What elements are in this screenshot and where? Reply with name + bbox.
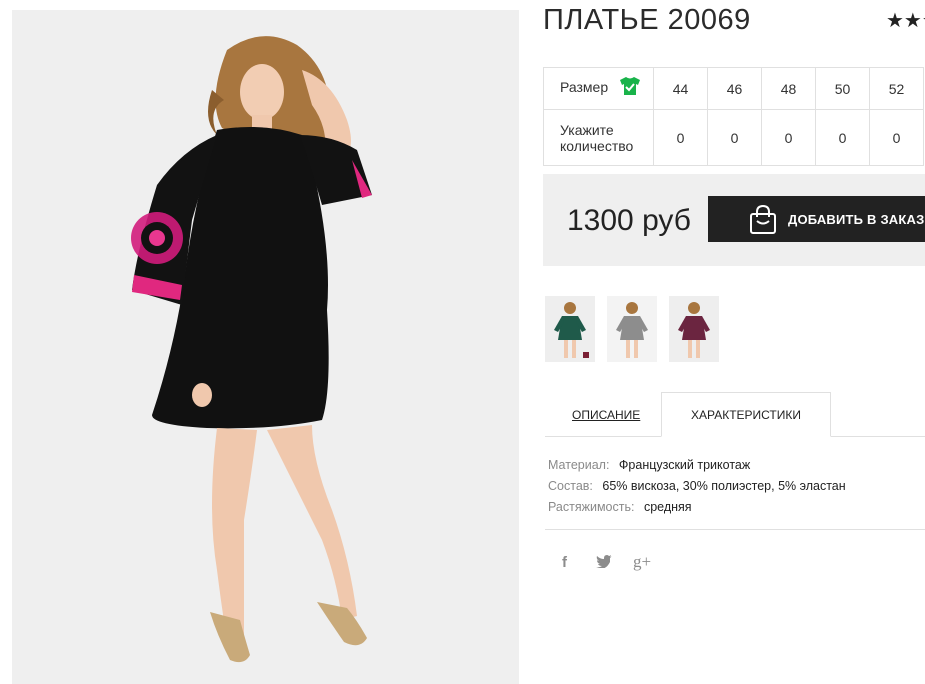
twitter-icon[interactable] <box>596 554 612 572</box>
product-price: 1300 руб <box>567 204 691 237</box>
google-plus-icon[interactable]: g+ <box>633 552 651 572</box>
characteristic-key: Материал: <box>548 458 610 472</box>
size-label-cell: Размер <box>543 67 654 110</box>
product-page: ПЛАТЬЕ 20069 ★★★ Размер 44 46 48 50 52 У… <box>0 0 925 684</box>
quantity-row: Укажите количество 0 0 0 0 0 <box>543 109 924 166</box>
characteristic-value: средняя <box>643 500 692 514</box>
size-table: Размер 44 46 48 50 52 Укажите количество… <box>543 67 924 166</box>
section-divider <box>545 529 925 530</box>
quantity-label: Укажите количество <box>543 109 654 166</box>
size-cell[interactable]: 50 <box>815 67 870 110</box>
tab-characteristics[interactable]: ХАРАКТЕРИСТИКИ <box>661 392 831 437</box>
quantity-input[interactable]: 0 <box>761 109 816 166</box>
quantity-input[interactable]: 0 <box>653 109 708 166</box>
size-row: Размер 44 46 48 50 52 <box>543 67 924 110</box>
characteristic-row: Состав: 65% вискоза, 30% полиэстер, 5% э… <box>548 476 846 497</box>
shirt-check-icon[interactable] <box>620 76 641 98</box>
characteristic-row: Растяжимость: средняя <box>548 497 846 518</box>
rating-stars-icon[interactable]: ★★★ <box>886 8 925 33</box>
size-cell[interactable]: 48 <box>761 67 816 110</box>
quantity-input[interactable]: 0 <box>869 109 924 166</box>
tab-description[interactable]: ОПИСАНИЕ <box>572 408 640 422</box>
product-main-photo[interactable] <box>12 10 519 684</box>
price-panel: 1300 руб ДОБАВИТЬ В ЗАКАЗ <box>543 174 925 266</box>
size-cell[interactable]: 46 <box>707 67 762 110</box>
product-title: ПЛАТЬЕ 20069 <box>543 4 751 36</box>
quantity-input[interactable]: 0 <box>707 109 762 166</box>
characteristic-value: 65% вискоза, 30% полиэстер, 5% эластан <box>602 479 846 493</box>
characteristic-value: Французский трикотаж <box>618 458 751 472</box>
color-variant-grey[interactable] <box>607 296 657 362</box>
size-cell[interactable]: 52 <box>869 67 924 110</box>
characteristic-key: Состав: <box>548 479 593 493</box>
size-label: Размер <box>560 79 609 96</box>
quantity-input[interactable]: 0 <box>815 109 870 166</box>
characteristic-key: Растяжимость: <box>548 500 635 514</box>
add-to-order-button[interactable]: ДОБАВИТЬ В ЗАКАЗ <box>708 196 925 242</box>
shopping-bag-icon <box>749 204 777 238</box>
facebook-icon[interactable]: f <box>562 554 567 571</box>
characteristics-list: Материал: Французский трикотаж Состав: 6… <box>548 455 846 518</box>
size-cell[interactable]: 44 <box>653 67 708 110</box>
add-to-order-label: ДОБАВИТЬ В ЗАКАЗ <box>788 212 925 227</box>
color-variant-green[interactable] <box>545 296 595 362</box>
characteristic-row: Материал: Французский трикотаж <box>548 455 846 476</box>
color-variant-burgundy[interactable] <box>669 296 719 362</box>
